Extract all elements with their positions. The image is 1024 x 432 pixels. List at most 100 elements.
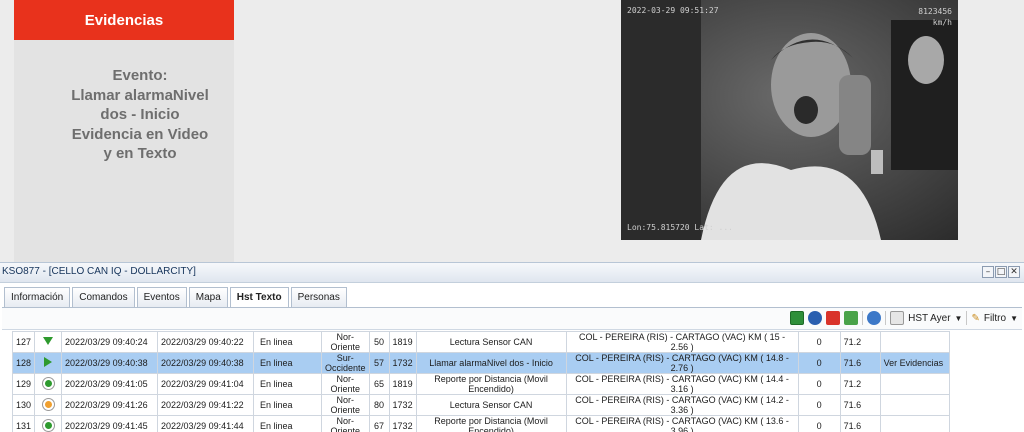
row-status-icon [34,352,63,374]
history-table: 127 2022/03/29 09:40:24 2022/03/29 09:40:2… [11,331,950,432]
row-status-icon [34,394,63,416]
zero-value: 0 [797,373,841,395]
filtro-button[interactable]: Filtro [984,313,1006,324]
window-controls: – □ ✕ [982,266,1020,278]
chevron-down-icon[interactable]: ▼ [955,314,963,323]
row-number: 131 [11,415,36,432]
history-grid: 127 2022/03/29 09:40:24 2022/03/29 09:40:2… [11,331,1024,432]
value: 71.6 [839,394,881,416]
gps-time: 2022/03/29 09:40:22 [157,331,255,353]
refresh-icon[interactable] [867,311,882,325]
direction: Nor-Oriente [321,415,370,432]
event-line: y en Texto [103,145,177,162]
table-row[interactable]: 131 2022/03/29 09:41:45 2022/03/29 09:41:4… [11,415,950,432]
evidence-slide: Evidencias Evento: Llamar alarmaNivel do… [0,0,1024,262]
location: COL - PEREIRA (RIS) - CARTAGO (VAC) KM (… [565,415,799,432]
status-dot-icon [42,377,54,389]
table-row[interactable]: 130 2022/03/29 09:41:26 2022/03/29 09:41:2… [11,394,950,416]
tab-eventos[interactable]: Eventos [136,287,187,307]
event-time: 2022/03/29 09:41:26 [61,394,159,416]
event-description: Evento: Llamar alarmaNivel dos - Inicio … [40,66,240,164]
gps-time: 2022/03/29 09:41:22 [157,394,255,416]
tab-comandos[interactable]: Comandos [72,287,135,307]
ver-evidencias-link[interactable] [879,373,950,395]
speed: 80 [368,394,390,416]
value: 71.6 [839,415,881,432]
zero-value: 0 [797,352,841,374]
gps-time: 2022/03/29 09:41:44 [157,415,255,432]
speed: 57 [368,352,390,374]
video-overlay-info: 8123456 km/h [918,6,952,28]
ver-evidencias-link[interactable] [879,331,950,353]
driver-image [621,0,958,240]
evidencias-header: Evidencias [14,0,234,40]
event-line: Evento: [112,67,168,84]
row-number: 127 [11,331,36,353]
code: 1819 [388,331,417,353]
pdf-icon[interactable] [826,311,841,325]
window-title: KSO877 - [CELLO CAN IQ - DOLLARCITY] [2,266,196,277]
gps-time: 2022/03/29 09:40:38 [157,352,255,374]
table-row[interactable]: 128 2022/03/29 09:40:38 2022/03/29 09:40:3… [11,352,950,374]
filter-icon[interactable]: ✎ [971,313,979,324]
location: COL - PEREIRA (RIS) - CARTAGO (VAC) KM (… [565,331,799,353]
value: 71.2 [839,373,881,395]
ver-evidencias-link[interactable] [879,415,950,432]
tab-informacion[interactable]: Información [4,287,71,307]
hst-ayer-button[interactable]: HST Ayer [908,313,950,324]
close-button[interactable]: ✕ [1008,266,1020,278]
event-time: 2022/03/29 09:41:45 [61,415,159,432]
zero-value: 0 [797,415,841,432]
connection-status: En linea [253,352,323,374]
event-line: dos - Inicio [100,106,180,123]
sheet-icon[interactable] [844,311,859,325]
event-time: 2022/03/29 09:40:38 [61,352,159,374]
speed: 65 [368,373,390,395]
maximize-button[interactable]: □ [995,266,1007,278]
speed: 50 [368,331,390,353]
dashcam-video-frame[interactable]: 2022-03-29 09:51:27 8123456 km/h Lon:75.… [621,0,958,240]
row-status-icon [34,331,63,353]
grid-toolbar: HST Ayer ▼ ✎ Filtro ▼ [2,308,1022,330]
video-overlay-line: 8123456 [918,7,952,16]
direction: Nor-Oriente [321,394,370,416]
table-row[interactable]: 129 2022/03/29 09:41:05 2022/03/29 09:41:0… [11,373,950,395]
location: COL - PEREIRA (RIS) - CARTAGO (VAC) KM (… [565,352,799,374]
tab-mapa[interactable]: Mapa [188,287,228,307]
tab-bar: Información Comandos Eventos Mapa Hst Te… [4,287,347,307]
video-gps: Lon:75.815720 Lat: ... [627,223,733,232]
location: COL - PEREIRA (RIS) - CARTAGO (VAC) KM (… [565,373,799,395]
globe-icon[interactable] [808,311,823,325]
zero-value: 0 [797,331,841,353]
copy-icon[interactable] [890,311,905,325]
toolbar-separator [966,311,968,325]
table-row[interactable]: 127 2022/03/29 09:40:24 2022/03/29 09:40:2… [11,331,950,353]
value: 71.2 [839,331,881,353]
excel-icon[interactable] [790,311,805,325]
chevron-down-icon[interactable]: ▼ [1010,314,1018,323]
event-name: Llamar alarmaNivel dos - Inicio [415,352,567,374]
tab-hst-texto[interactable]: Hst Texto [229,287,289,307]
tab-personas[interactable]: Personas [290,287,347,307]
ver-evidencias-link[interactable] [879,394,950,416]
speed: 67 [368,415,390,432]
window-titlebar: KSO877 - [CELLO CAN IQ - DOLLARCITY] – □… [0,263,1024,283]
screen: Evidencias Evento: Llamar alarmaNivel do… [0,0,1024,432]
arrow-down-icon [43,337,54,345]
direction: Nor-Oriente [321,331,370,353]
direction: Nor-Oriente [321,373,370,395]
ver-evidencias-link[interactable]: Ver Evidencias [879,352,950,374]
event-line: Llamar alarmaNivel [71,86,209,104]
connection-status: En linea [253,373,323,395]
status-dot-icon [42,398,54,410]
code: 1732 [388,394,417,416]
code: 1819 [388,373,417,395]
event-line: Evidencia en Video [71,125,209,143]
minimize-button[interactable]: – [982,266,994,278]
video-timestamp: 2022-03-29 09:51:27 [627,6,719,15]
code: 1732 [388,352,417,374]
event-time: 2022/03/29 09:41:05 [61,373,159,395]
video-overlay-line: km/h [932,18,952,27]
gps-time: 2022/03/29 09:41:04 [157,373,255,395]
zero-value: 0 [797,394,841,416]
